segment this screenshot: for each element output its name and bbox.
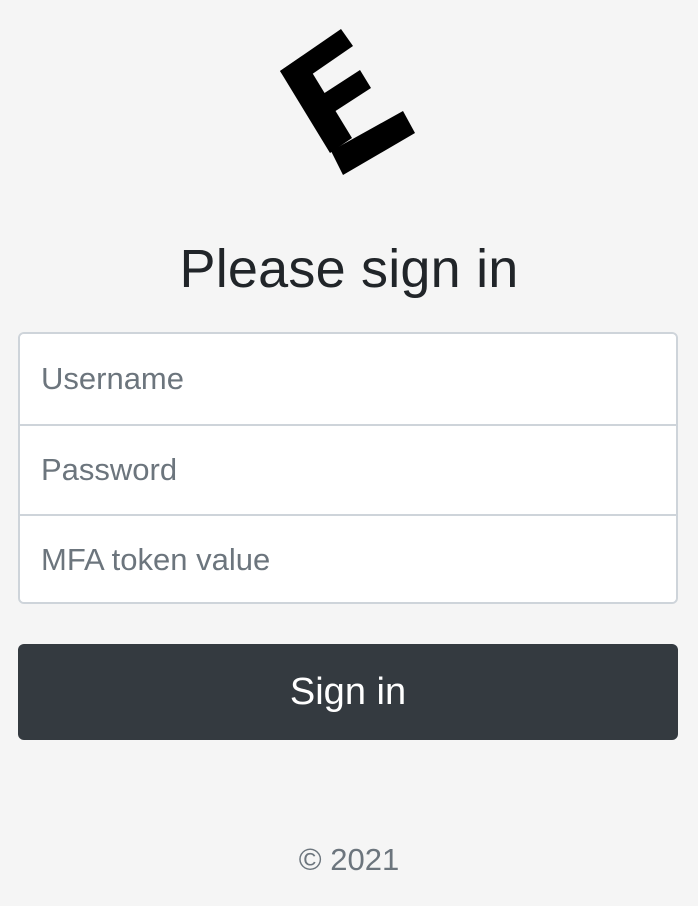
brand-logo-icon bbox=[280, 29, 415, 175]
username-input[interactable] bbox=[20, 334, 676, 424]
sign-in-button[interactable]: Sign in bbox=[18, 644, 678, 740]
copyright-footer: © 2021 bbox=[298, 842, 400, 877]
password-field-wrapper bbox=[20, 424, 676, 514]
mfa-field-wrapper bbox=[20, 514, 676, 602]
brand-logo bbox=[268, 22, 430, 184]
sign-in-form bbox=[18, 332, 678, 604]
mfa-token-input[interactable] bbox=[20, 516, 676, 602]
password-input[interactable] bbox=[20, 426, 676, 514]
username-field-wrapper bbox=[20, 334, 676, 424]
page-title: Please sign in bbox=[179, 239, 519, 299]
